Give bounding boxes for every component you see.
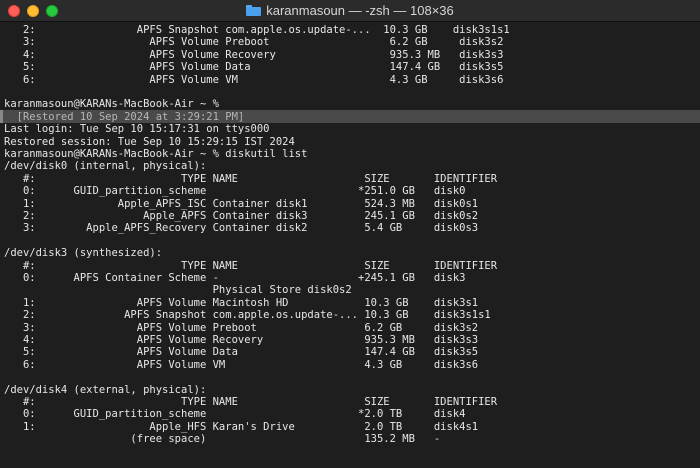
terminal-line: /dev/disk4 (external, physical): — [4, 383, 207, 396]
terminal-line: /dev/disk3 (synthesized): — [4, 247, 163, 260]
terminal-line: 5: APFS Volume Data 147.4 GB disk3s5 — [4, 346, 479, 359]
terminal-line: Physical Store disk0s2 — [4, 284, 352, 297]
terminal-line: 0: GUID_partition_scheme *2.0 TB disk4 — [4, 408, 466, 421]
title-bar[interactable]: karanmasoun — -zsh — 108×36 — [0, 0, 700, 22]
terminal-line: 2: Apple_APFS Container disk3 245.1 GB d… — [4, 210, 479, 222]
terminal-output[interactable]: 2: APFS Snapshot com.apple.os.update-...… — [0, 22, 700, 468]
window-title: karanmasoun — -zsh — 108×36 — [266, 3, 454, 18]
terminal-line: Restored session: Tue Sep 10 15:29:15 IS… — [4, 135, 295, 148]
terminal-line: /dev/disk0 (internal, physical): — [4, 160, 207, 173]
terminal-line: 6: APFS Volume VM 4.3 GB disk3s6 — [4, 73, 504, 86]
terminal-line: 4: APFS Volume Recovery 935.3 MB disk3s3 — [4, 48, 504, 61]
terminal-line: 3: APFS Volume Preboot 6.2 GB disk3s2 — [4, 321, 479, 334]
terminal-line: 2: APFS Snapshot com.apple.os.update-...… — [4, 309, 491, 322]
terminal-line: 1: APFS Volume Macintosh HD 10.3 GB disk… — [4, 296, 479, 309]
terminal-line: 4: APFS Volume Recovery 935.3 MB disk3s3 — [4, 334, 479, 346]
terminal-line: 0: GUID_partition_scheme *251.0 GB disk0 — [4, 185, 466, 198]
terminal-line: #: TYPE NAME SIZE IDENTIFIER — [4, 172, 498, 185]
folder-icon — [246, 5, 262, 16]
terminal-line: 1: Apple_APFS_ISC Container disk1 524.3 … — [4, 197, 479, 210]
terminal-line: karanmasoun@KARANs-MacBook-Air ~ % disku… — [4, 148, 308, 160]
terminal-line: 1: Apple_HFS Karan's Drive 2.0 TB disk4s… — [4, 420, 479, 433]
terminal-line: 3: APFS Volume Preboot 6.2 GB disk3s2 — [4, 36, 504, 49]
terminal-line: [Restored 10 Sep 2024 at 3:29:21 PM] — [4, 110, 245, 123]
window-title-wrap: karanmasoun — -zsh — 108×36 — [0, 3, 700, 19]
terminal-line: 0: APFS Container Scheme - +245.1 GB dis… — [4, 272, 466, 284]
terminal-window: karanmasoun — -zsh — 108×36 2: APFS Snap… — [0, 0, 700, 468]
terminal-line: karanmasoun@KARANs-MacBook-Air ~ % — [4, 98, 219, 111]
terminal-line: #: TYPE NAME SIZE IDENTIFIER — [4, 396, 498, 408]
terminal-line: #: TYPE NAME SIZE IDENTIFIER — [4, 259, 498, 272]
terminal-line: 3: Apple_APFS_Recovery Container disk2 5… — [4, 222, 479, 235]
terminal-line: Last login: Tue Sep 10 15:17:31 on ttys0… — [4, 123, 270, 136]
terminal-line: 6: APFS Volume VM 4.3 GB disk3s6 — [4, 358, 479, 371]
restored-session-banner: [Restored 10 Sep 2024 at 3:29:21 PM] — [0, 110, 700, 124]
restore-marker — [0, 110, 3, 124]
terminal-line: 2: APFS Snapshot com.apple.os.update-...… — [4, 24, 510, 36]
terminal-line: (free space) 135.2 MB - — [4, 433, 441, 446]
terminal-line: 5: APFS Volume Data 147.4 GB disk3s5 — [4, 61, 504, 74]
